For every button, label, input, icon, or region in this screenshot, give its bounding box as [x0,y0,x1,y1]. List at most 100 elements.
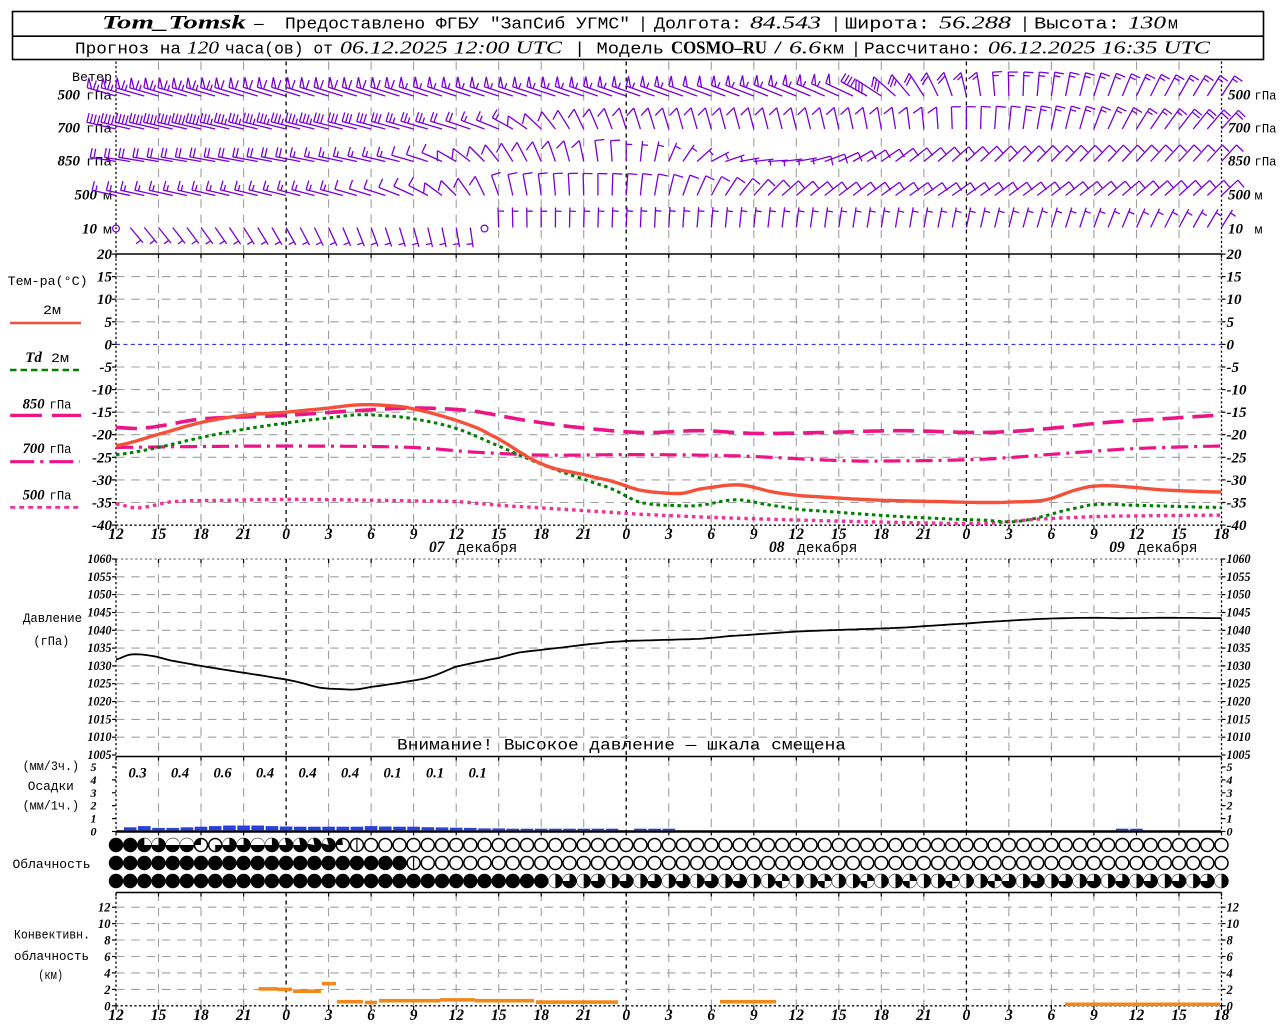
svg-text:-15: -15 [1227,405,1247,421]
svg-text:| Модель: | Модель [574,40,664,59]
svg-text:10: 10 [82,222,98,238]
svg-text:700: 700 [23,441,45,457]
svg-text:(гПа): (гПа) [33,634,69,649]
svg-text:гПа: гПа [50,488,72,503]
svg-text:850: 850 [1228,154,1251,170]
svg-text:1045: 1045 [1227,605,1251,620]
svg-text:1035: 1035 [1227,640,1251,655]
svg-text:3: 3 [1226,786,1233,800]
svg-text:1010: 1010 [88,729,112,744]
svg-text:10: 10 [1227,917,1240,931]
svg-text:21: 21 [235,1007,252,1024]
svg-text:700: 700 [58,121,81,137]
svg-text:9: 9 [410,526,418,543]
svg-text:18: 18 [193,526,209,543]
svg-text:2: 2 [1226,983,1233,997]
svg-text:6: 6 [1048,526,1056,543]
svg-text:-40: -40 [1227,518,1247,534]
svg-text:21: 21 [575,1007,592,1024]
svg-text:декабря: декабря [797,540,857,557]
svg-text:6: 6 [367,1007,375,1024]
svg-text:—: — [253,16,264,34]
svg-text:1020: 1020 [1227,694,1251,709]
svg-text:м: м [1168,15,1178,34]
svg-text:(мм/3ч.): (мм/3ч.) [23,759,80,774]
svg-text:1050: 1050 [1227,587,1251,602]
svg-text:9: 9 [410,1007,418,1024]
svg-text:84.543: 84.543 [750,13,821,33]
svg-text:1060: 1060 [1227,551,1251,566]
svg-text:500: 500 [1228,88,1251,104]
svg-text:-20: -20 [92,428,112,444]
svg-text:12: 12 [108,526,124,543]
svg-text:5: 5 [91,760,97,774]
svg-text:0: 0 [1227,337,1235,353]
svg-text:0: 0 [105,337,113,353]
svg-text:500: 500 [1228,188,1251,204]
svg-text:850: 850 [23,397,45,413]
svg-text:2м: 2м [43,303,61,318]
svg-text:12: 12 [1227,901,1240,915]
svg-text:-25: -25 [92,450,112,466]
svg-text:6: 6 [707,526,715,543]
svg-text:гПа: гПа [1255,155,1277,170]
svg-text:гПа: гПа [1255,122,1277,137]
svg-text:часа(ов) от: часа(ов) от [225,40,333,59]
svg-text:6: 6 [1227,950,1234,964]
svg-text:-5: -5 [1227,360,1240,376]
svg-text:500: 500 [58,88,81,104]
svg-text:1: 1 [1227,812,1233,826]
svg-text:-30: -30 [92,473,112,489]
svg-text:1030: 1030 [88,658,112,673]
svg-text:Рассчитано:: Рассчитано: [864,40,981,59]
svg-text:1010: 1010 [1227,729,1251,744]
svg-text:06.12.2025 12:00 UTC: 06.12.2025 12:00 UTC [340,38,563,58]
svg-text:6: 6 [707,1007,715,1024]
svg-text:Тем-ра(°C): Тем-ра(°C) [8,274,88,289]
svg-text:500: 500 [23,487,45,503]
svg-text:3: 3 [1004,526,1013,543]
svg-text:0: 0 [963,1007,971,1024]
svg-text:3: 3 [664,1007,673,1024]
svg-text:08: 08 [769,539,785,556]
svg-text:12: 12 [108,1007,124,1024]
svg-text:0: 0 [282,526,290,543]
svg-text:5: 5 [1227,315,1235,331]
svg-text:15: 15 [1227,270,1243,286]
svg-text:18: 18 [874,526,890,543]
svg-text:10: 10 [98,917,111,931]
svg-text:15: 15 [151,526,167,543]
svg-text:0.3: 0.3 [128,766,146,782]
svg-text:0.1: 0.1 [426,766,444,782]
svg-text:07: 07 [429,539,446,556]
svg-text:(мм/1ч.): (мм/1ч.) [23,799,80,814]
svg-text:0.4: 0.4 [341,766,359,782]
svg-text:4: 4 [90,773,97,787]
svg-text:15: 15 [831,1007,847,1024]
svg-text:(км): (км) [38,968,63,983]
svg-text:12: 12 [98,901,111,915]
svg-text:Облачность: Облачность [13,857,91,872]
svg-text:Внимание! Высокое давление — ш: Внимание! Высокое давление — шкала смеще… [397,737,846,755]
svg-text:1015: 1015 [1227,711,1251,726]
svg-text:130: 130 [1128,13,1166,33]
svg-text:2: 2 [1226,799,1233,813]
svg-text:18: 18 [193,1007,209,1024]
svg-text:1040: 1040 [1227,622,1251,637]
svg-text:-5: -5 [100,360,113,376]
svg-text:21: 21 [575,526,592,543]
svg-text:15: 15 [491,1007,507,1024]
svg-text:10: 10 [1227,292,1243,308]
svg-text:18: 18 [1214,526,1230,543]
svg-text:-30: -30 [1227,473,1247,489]
svg-text:12: 12 [448,1007,464,1024]
svg-text:-15: -15 [92,405,112,421]
svg-text:Прогноз на: Прогноз на [75,40,181,59]
svg-text:0: 0 [91,825,97,839]
svg-text:1035: 1035 [88,640,112,655]
svg-text:56.288: 56.288 [939,13,1011,33]
svg-text:6: 6 [367,526,375,543]
svg-text:|: | [1020,15,1030,34]
svg-text:18: 18 [533,1007,549,1024]
svg-text:1040: 1040 [88,622,112,637]
